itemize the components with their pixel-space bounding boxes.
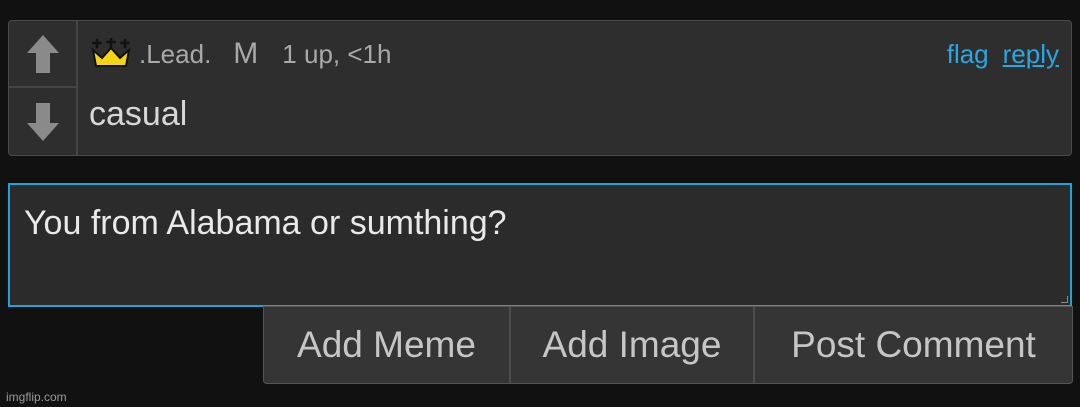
- comment-card: .Lead. M 1 up, <1h flag reply casual: [8, 20, 1072, 156]
- comment-stats: 1 up, <1h: [282, 38, 392, 69]
- comment-username[interactable]: .Lead.: [139, 39, 211, 70]
- post-comment-button[interactable]: Post Comment: [753, 307, 1072, 383]
- flag-link[interactable]: flag: [947, 39, 989, 70]
- downvote-button[interactable]: [9, 88, 76, 155]
- comment-actions: flag reply: [947, 39, 1059, 70]
- add-image-button[interactable]: Add Image: [509, 307, 753, 383]
- arrow-down-icon: [26, 102, 59, 141]
- user-badge: M: [233, 37, 259, 70]
- reply-link[interactable]: reply: [1003, 39, 1059, 70]
- add-meme-button[interactable]: Add Meme: [264, 307, 509, 383]
- resize-grip-icon[interactable]: [1061, 296, 1068, 303]
- vote-column: [9, 21, 78, 155]
- arrow-up-icon: [26, 34, 59, 73]
- comment-body: .Lead. M 1 up, <1h flag reply casual: [89, 21, 1059, 155]
- reply-button-group: Add Meme Add Image Post Comment: [263, 306, 1073, 384]
- crown-icon: [91, 38, 131, 67]
- reply-textarea[interactable]: You from Alabama or sumthing?: [8, 183, 1072, 307]
- watermark: imgflip.com: [6, 390, 67, 404]
- comment-text: casual: [89, 95, 188, 133]
- upvote-button[interactable]: [9, 21, 76, 88]
- comment-meta: .Lead. M 1 up, <1h flag reply: [89, 34, 1059, 74]
- reply-text: You from Alabama or sumthing?: [24, 204, 507, 242]
